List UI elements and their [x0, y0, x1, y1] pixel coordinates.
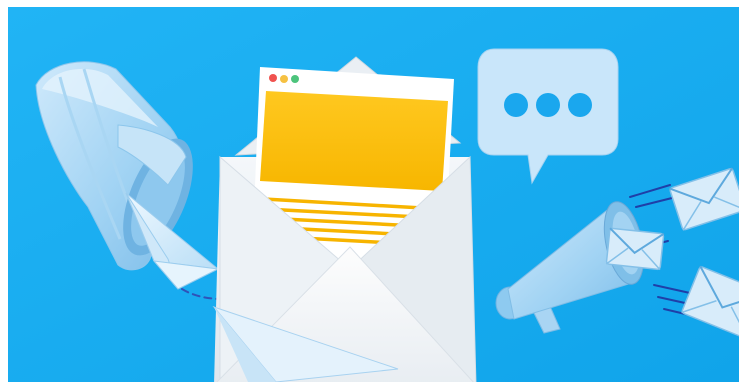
illustration-frame	[0, 0, 746, 389]
envelope-icon	[605, 227, 665, 271]
illustration-canvas	[8, 7, 739, 382]
typing-dot	[504, 93, 528, 117]
window-maximize-dot	[291, 75, 299, 83]
card-content-block	[260, 91, 448, 191]
typing-dot	[536, 93, 560, 117]
window-minimize-dot	[280, 75, 288, 83]
window-close-dot	[269, 74, 277, 82]
typing-dot	[568, 93, 592, 117]
email-marketing-illustration	[8, 7, 739, 382]
